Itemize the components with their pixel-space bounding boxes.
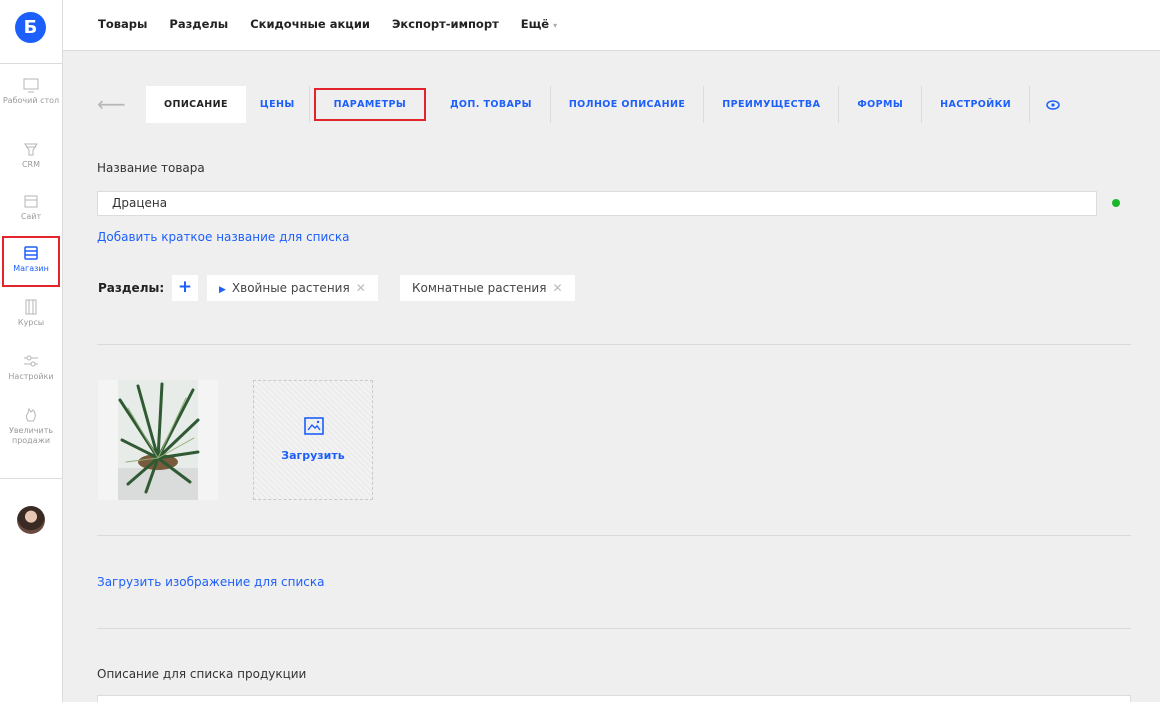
funnel-icon bbox=[24, 143, 38, 156]
upload-label: Загрузить bbox=[281, 449, 345, 462]
rail-label: Магазин bbox=[13, 264, 49, 273]
add-short-name-link[interactable]: Добавить краткое название для списка bbox=[97, 230, 350, 244]
topnav-more-label: Ещё bbox=[520, 17, 550, 31]
section-chip-label: Комнатные растения bbox=[412, 281, 547, 295]
desktop-icon bbox=[23, 78, 39, 93]
rail-item-courses[interactable]: Курсы bbox=[2, 298, 60, 328]
section-chip: ▶ Хвойные растения ✕ bbox=[207, 275, 378, 301]
settings-sliders-icon bbox=[24, 355, 38, 367]
rail-divider bbox=[0, 63, 62, 64]
product-photo[interactable] bbox=[98, 380, 218, 500]
tab-extra-products[interactable]: ДОП. ТОВАРЫ bbox=[432, 86, 551, 123]
tab-advantages[interactable]: ПРЕИМУЩЕСТВА bbox=[704, 86, 840, 123]
rail-label: Настройки bbox=[8, 372, 54, 381]
status-dot bbox=[1112, 199, 1120, 207]
divider bbox=[97, 628, 1131, 629]
eye-icon bbox=[1046, 99, 1060, 110]
divider bbox=[97, 535, 1131, 536]
top-nav: Товары Разделы Скидочные акции Экспорт-и… bbox=[98, 17, 579, 31]
product-tabs: ОПИСАНИЕ ЦЕНЫ ПАРАМЕТРЫ ДОП. ТОВАРЫ ПОЛН… bbox=[146, 86, 1076, 123]
left-rail: Б Рабочий стол CRM Сайт Магазин Курсы На… bbox=[0, 0, 63, 702]
rail-item-settings[interactable]: Настройки bbox=[2, 352, 60, 382]
section-chip: Комнатные растения ✕ bbox=[400, 275, 575, 301]
rail-label: Сайт bbox=[20, 212, 42, 221]
user-avatar[interactable] bbox=[17, 506, 45, 534]
tab-prices[interactable]: ЦЕНЫ bbox=[246, 86, 310, 123]
upload-list-image-link[interactable]: Загрузить изображение для списка bbox=[97, 575, 325, 589]
topnav-more[interactable]: Ещё ▾ bbox=[521, 17, 557, 31]
upload-image-button[interactable]: Загрузить bbox=[253, 380, 373, 500]
plant-photo-image bbox=[118, 380, 200, 500]
add-section-button[interactable]: + bbox=[172, 275, 198, 301]
topnav-discounts[interactable]: Скидочные акции bbox=[250, 17, 370, 31]
divider bbox=[97, 344, 1131, 345]
rail-item-desktop[interactable]: Рабочий стол bbox=[2, 76, 60, 106]
tab-settings[interactable]: НАСТРОЙКИ bbox=[922, 86, 1031, 123]
tab-description[interactable]: ОПИСАНИЕ bbox=[146, 86, 246, 123]
flag-icon: ▶ bbox=[219, 285, 226, 295]
courses-icon bbox=[25, 299, 37, 315]
rail-divider bbox=[0, 478, 62, 479]
tab-full-description[interactable]: ПОЛНОЕ ОПИСАНИЕ bbox=[551, 86, 705, 123]
product-name-label: Название товара bbox=[97, 161, 205, 175]
list-description-label: Описание для списка продукции bbox=[97, 667, 307, 681]
back-arrow-icon[interactable]: ⟵ bbox=[97, 92, 126, 116]
app-logo[interactable]: Б bbox=[15, 12, 46, 43]
rail-item-crm[interactable]: CRM bbox=[2, 140, 60, 170]
store-icon bbox=[24, 246, 38, 260]
rail-label: CRM bbox=[21, 160, 41, 169]
close-icon[interactable]: ✕ bbox=[356, 281, 366, 295]
topnav-export-import[interactable]: Экспорт-импорт bbox=[392, 17, 499, 31]
list-description-input[interactable] bbox=[97, 695, 1131, 702]
hand-icon bbox=[26, 407, 36, 422]
rail-item-increase-sales[interactable]: Увеличить продажи bbox=[2, 406, 60, 446]
rail-label: Рабочий стол bbox=[2, 96, 60, 105]
product-name-input[interactable]: Драцена bbox=[97, 191, 1097, 216]
site-icon bbox=[24, 195, 38, 208]
rail-label: Увеличить продажи bbox=[8, 426, 54, 445]
chevron-down-icon: ▾ bbox=[553, 21, 558, 30]
rail-label: Курсы bbox=[17, 318, 45, 327]
rail-item-site[interactable]: Сайт bbox=[2, 192, 60, 222]
rail-item-store[interactable]: Магазин bbox=[2, 236, 60, 287]
topnav-sections[interactable]: Разделы bbox=[169, 17, 228, 31]
top-bar: Товары Разделы Скидочные акции Экспорт-и… bbox=[63, 0, 1160, 51]
sections-label: Разделы: bbox=[98, 281, 165, 295]
tab-parameters[interactable]: ПАРАМЕТРЫ bbox=[313, 88, 427, 121]
topnav-products[interactable]: Товары bbox=[98, 17, 147, 31]
section-chip-label: Хвойные растения bbox=[231, 281, 350, 295]
image-upload-icon bbox=[304, 417, 324, 435]
preview-eye-icon[interactable] bbox=[1030, 86, 1076, 123]
tab-forms[interactable]: ФОРМЫ bbox=[839, 86, 923, 123]
close-icon[interactable]: ✕ bbox=[552, 281, 562, 295]
